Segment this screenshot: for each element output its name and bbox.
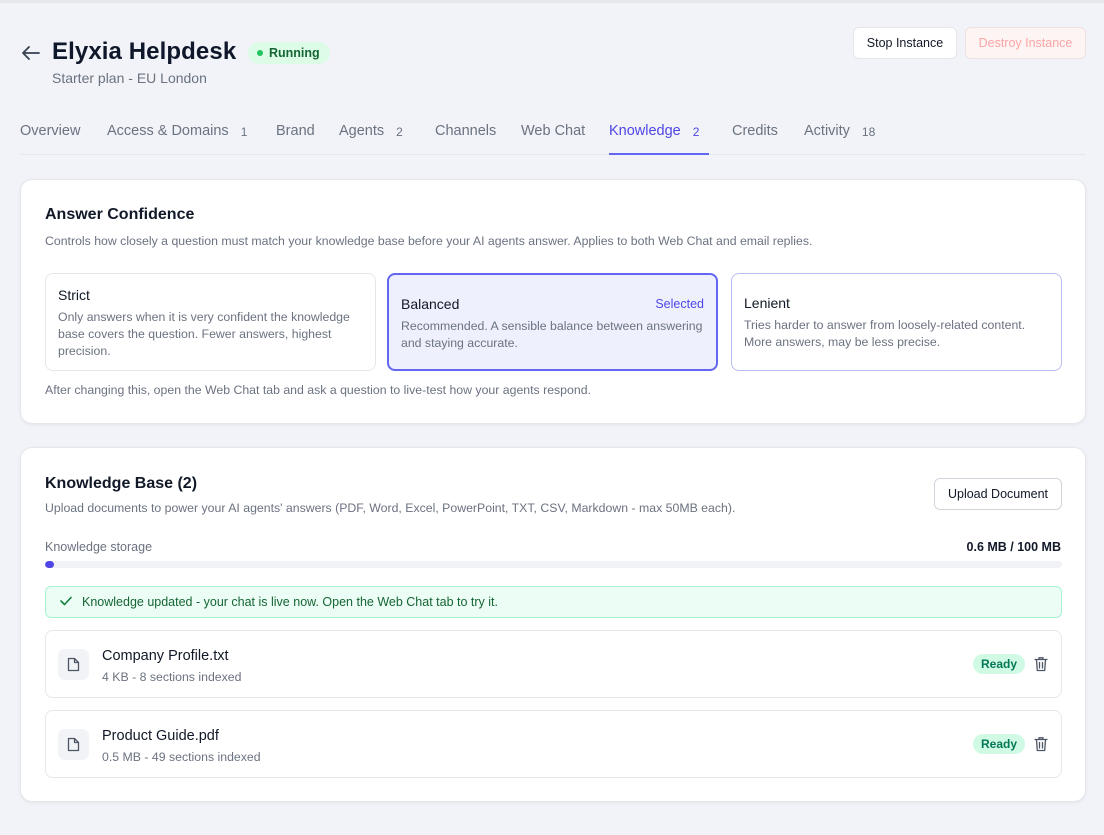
tab-label: Knowledge bbox=[609, 123, 681, 139]
option-lenient[interactable]: Lenient Tries harder to answer from loos… bbox=[731, 273, 1062, 371]
document-name: Company Profile.txt bbox=[102, 648, 229, 664]
option-name: Lenient bbox=[744, 295, 790, 311]
tab-label: Credits bbox=[732, 123, 778, 139]
upload-document-button[interactable]: Upload Document bbox=[934, 478, 1062, 510]
tab-bar: Overview Access & Domains 1 Brand Agents 2… bbox=[20, 112, 1086, 155]
knowledge-base-title: Knowledge Base (2) bbox=[45, 475, 198, 492]
tab-channels[interactable]: Channels bbox=[435, 112, 496, 155]
storage-value: 0.6 MB / 100 MB bbox=[966, 540, 1061, 554]
page-header: Elyxia Helpdesk Running Starter plan - E… bbox=[20, 27, 1086, 98]
option-text: Only answers when it is very confident t… bbox=[58, 310, 350, 358]
tab-agents[interactable]: Agents 2 bbox=[339, 112, 403, 155]
tab-label: Channels bbox=[435, 123, 497, 139]
document-meta: 4 KB - 8 sections indexed bbox=[102, 670, 242, 684]
tab-count: 2 bbox=[692, 125, 700, 139]
trash-icon[interactable] bbox=[1033, 735, 1049, 753]
alert-text: Knowledge updated - your chat is live no… bbox=[82, 595, 498, 609]
document-row: Product Guide.pdf 0.5 MB - 49 sections i… bbox=[45, 710, 1062, 778]
success-alert: Knowledge updated - your chat is live no… bbox=[45, 586, 1062, 618]
page-title: Elyxia Helpdesk bbox=[52, 38, 237, 65]
tab-credits[interactable]: Credits bbox=[732, 112, 778, 155]
trash-icon[interactable] bbox=[1033, 655, 1049, 673]
document-name: Product Guide.pdf bbox=[102, 728, 219, 744]
stop-instance-button[interactable]: Stop Instance bbox=[853, 27, 957, 59]
storage-label: Knowledge storage bbox=[45, 540, 153, 554]
ready-badge: Ready bbox=[973, 654, 1026, 674]
option-text: Tries harder to answer from loosely-rela… bbox=[744, 318, 1026, 349]
confidence-note: After changing this, open the Web Chat t… bbox=[45, 383, 591, 397]
tab-access-domains[interactable]: Access & Domains 1 bbox=[107, 112, 247, 155]
tab-knowledge[interactable]: Knowledge 2 bbox=[609, 112, 709, 155]
tab-label: Brand bbox=[276, 123, 315, 139]
option-strict[interactable]: Strict Only answers when it is very conf… bbox=[45, 273, 376, 371]
answer-confidence-description: Controls how closely a question must mat… bbox=[45, 234, 813, 248]
tab-count: 1 bbox=[240, 125, 248, 139]
tab-overview[interactable]: Overview bbox=[20, 112, 80, 155]
document-row: Company Profile.txt 4 KB - 8 sections in… bbox=[45, 630, 1062, 698]
tab-web-chat[interactable]: Web Chat bbox=[521, 112, 585, 155]
option-name: Balanced bbox=[401, 296, 460, 312]
knowledge-base-card: Knowledge Base (2) Upload documents to p… bbox=[20, 447, 1086, 802]
option-text: Recommended. A sensible balance between … bbox=[401, 319, 703, 350]
back-arrow-icon[interactable] bbox=[20, 42, 42, 64]
status-label: Running bbox=[269, 46, 320, 60]
file-icon bbox=[58, 729, 89, 760]
page-subtitle: Starter plan - EU London bbox=[52, 70, 207, 86]
tab-count: 2 bbox=[396, 125, 403, 139]
tab-brand[interactable]: Brand bbox=[276, 112, 315, 155]
option-balanced[interactable]: Balanced Selected Recommended. A sensibl… bbox=[387, 273, 718, 371]
check-icon bbox=[60, 595, 72, 609]
storage-progress-bar bbox=[45, 561, 1062, 568]
destroy-instance-button[interactable]: Destroy Instance bbox=[965, 27, 1086, 59]
tab-label: Activity bbox=[804, 123, 850, 139]
document-meta: 0.5 MB - 49 sections indexed bbox=[102, 750, 261, 764]
top-divider bbox=[0, 0, 1104, 3]
status-badge: Running bbox=[248, 42, 330, 64]
tab-label: Access & Domains bbox=[107, 123, 229, 139]
answer-confidence-title: Answer Confidence bbox=[45, 206, 195, 223]
tab-count: 18 bbox=[861, 125, 876, 139]
storage-progress-fill bbox=[45, 561, 54, 568]
tab-label: Web Chat bbox=[521, 123, 586, 139]
selected-label: Selected bbox=[655, 297, 704, 311]
tab-label: Agents bbox=[339, 123, 385, 139]
option-name: Strict bbox=[58, 287, 90, 303]
ready-badge: Ready bbox=[973, 734, 1026, 754]
knowledge-base-description: Upload documents to power your AI agents… bbox=[45, 501, 736, 515]
tab-activity[interactable]: Activity 18 bbox=[804, 112, 875, 155]
tab-label: Overview bbox=[20, 123, 81, 139]
file-icon bbox=[58, 649, 89, 680]
status-dot-icon bbox=[257, 50, 263, 56]
answer-confidence-card: Answer Confidence Controls how closely a… bbox=[20, 179, 1086, 424]
